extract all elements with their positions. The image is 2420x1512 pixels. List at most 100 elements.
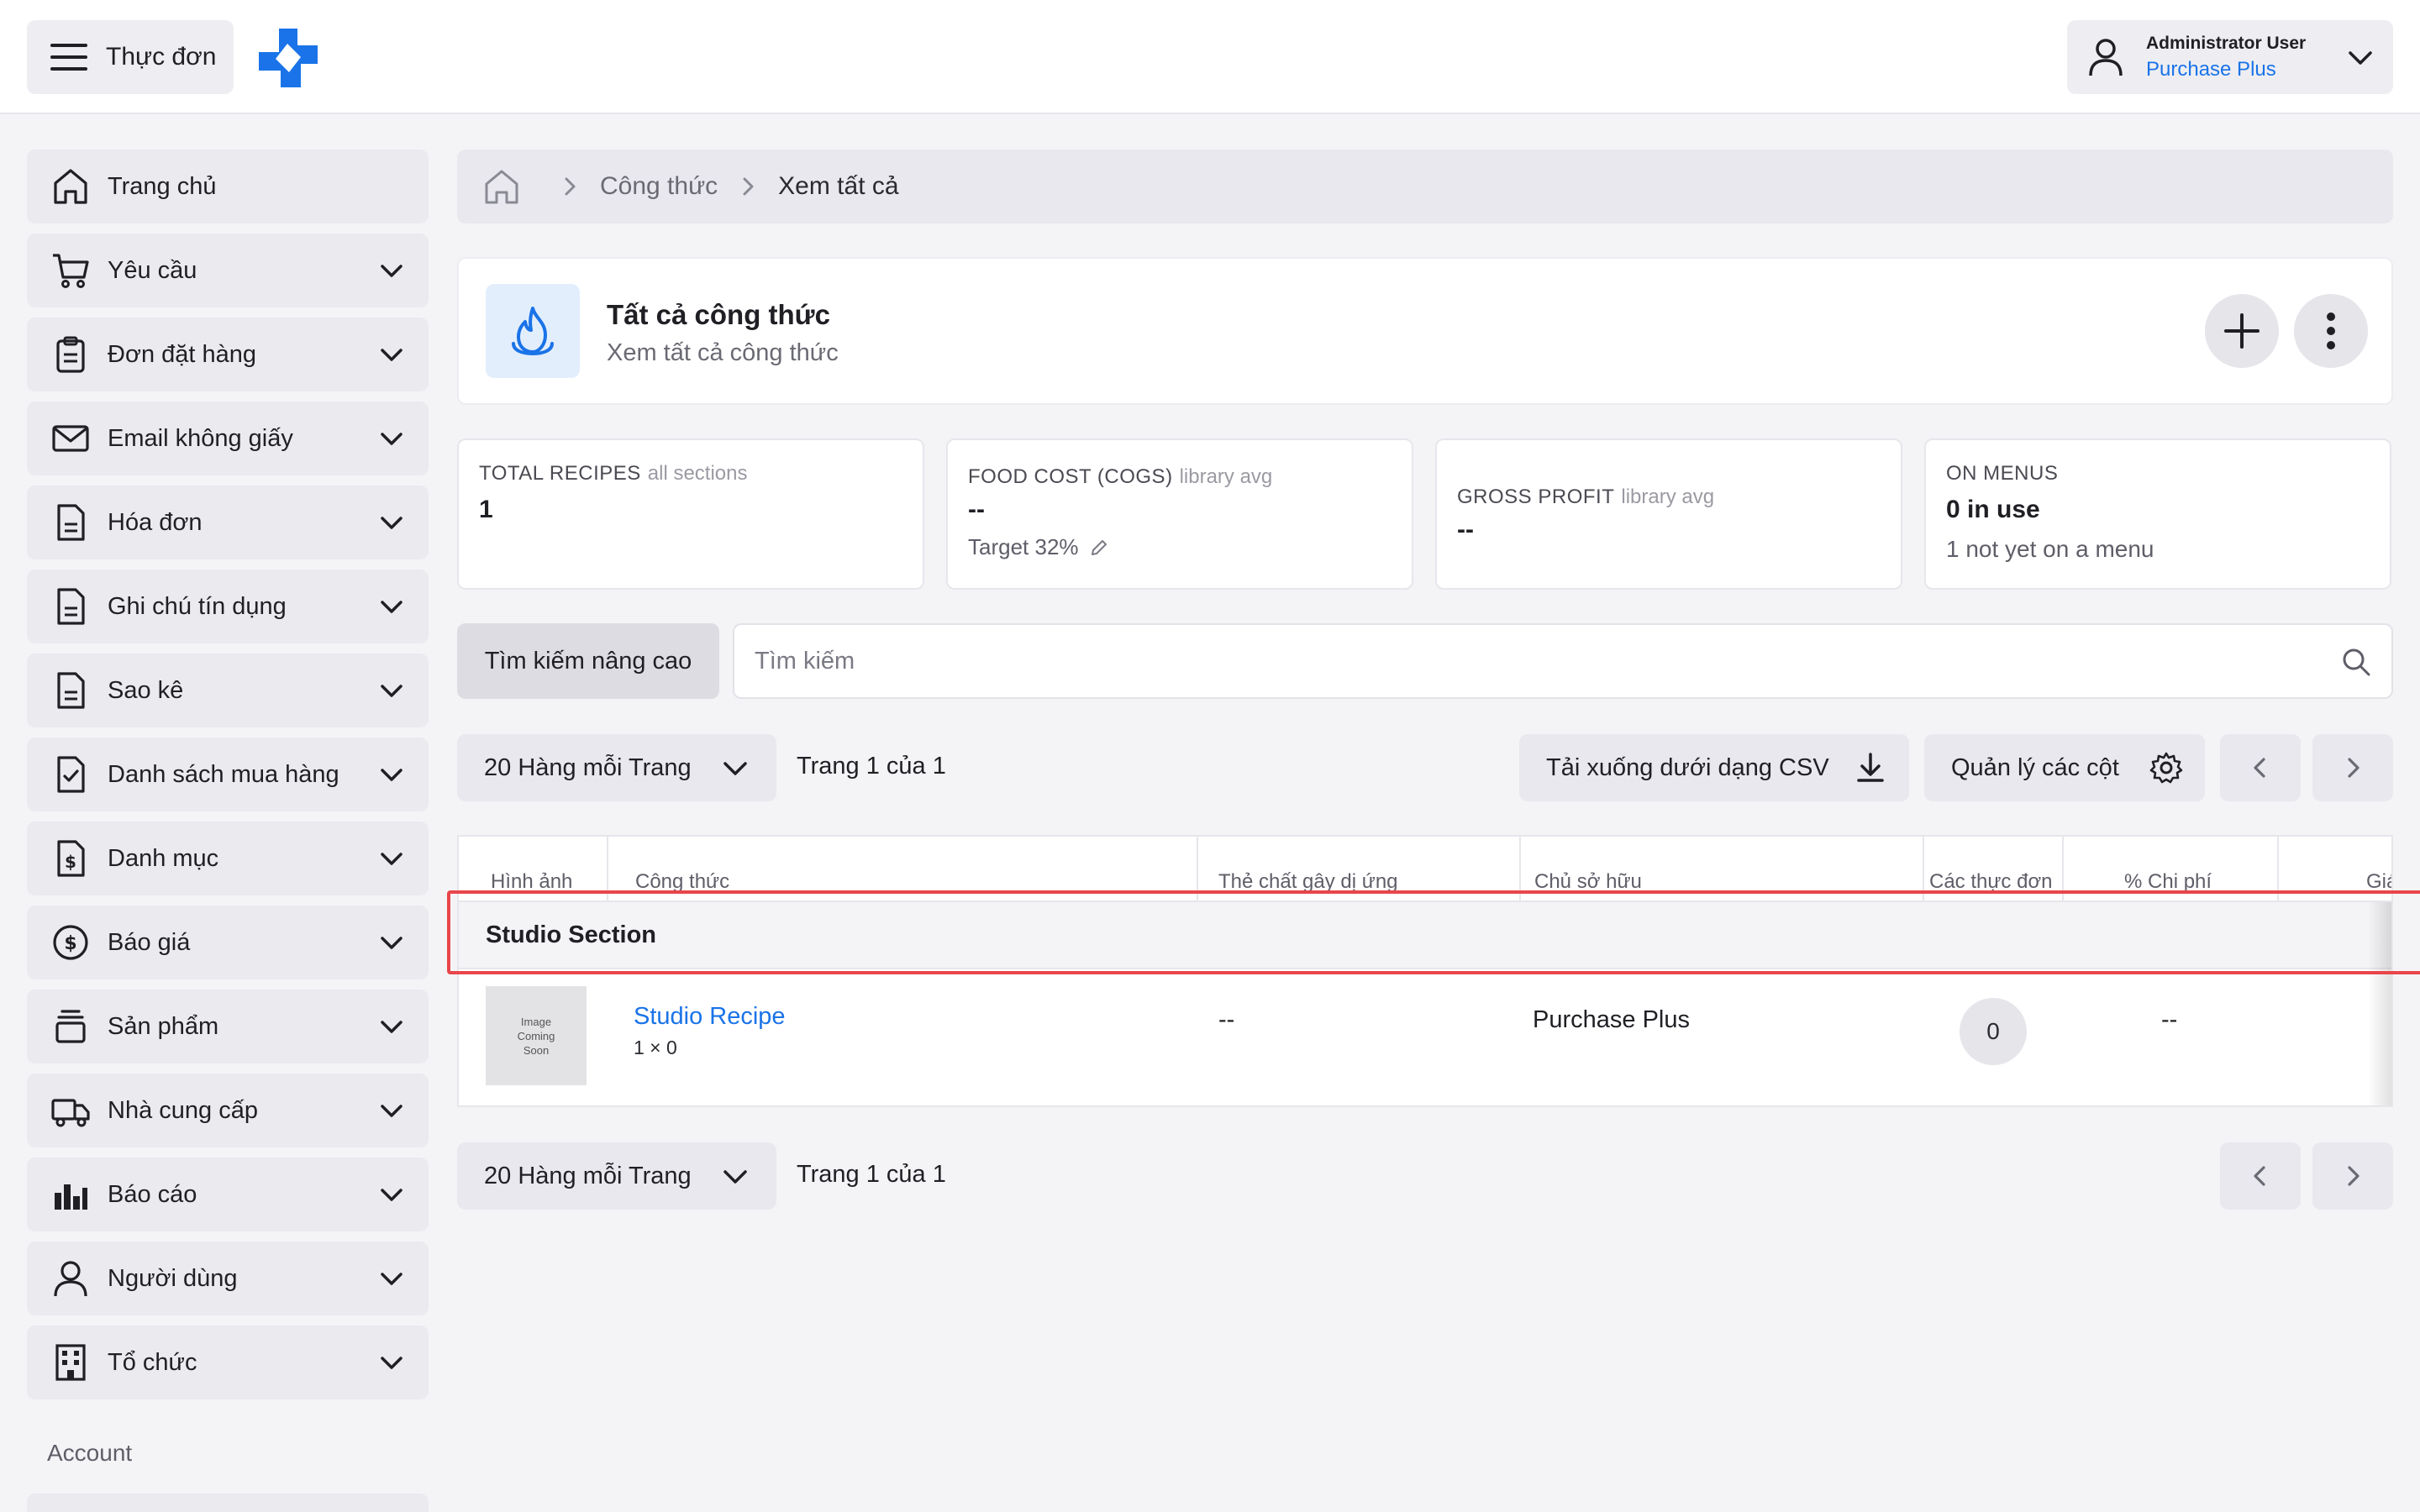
target-row[interactable]: Target 32% bbox=[968, 534, 1109, 560]
next-page-button-bottom[interactable] bbox=[2312, 1142, 2393, 1210]
horizontal-scroll-shadow bbox=[2368, 902, 2391, 1105]
chevron-down-icon bbox=[723, 1170, 747, 1184]
page-info: Trang 1 của 1 bbox=[797, 753, 946, 780]
chevron-down-icon bbox=[381, 601, 402, 613]
user-menu[interactable]: Administrator User Purchase Plus bbox=[2067, 20, 2393, 94]
page-info-bottom: Trang 1 của 1 bbox=[797, 1161, 946, 1188]
table-group-row: Studio Section bbox=[459, 902, 2391, 969]
sidebar-item-label: Email không giấy bbox=[108, 424, 293, 452]
next-page-button[interactable] bbox=[2312, 734, 2393, 801]
sidebar-item-label: Sản phẩm bbox=[108, 1012, 219, 1040]
sidebar-item-reports[interactable]: Báo cáo bbox=[27, 1158, 429, 1231]
prev-page-button-bottom[interactable] bbox=[2220, 1142, 2301, 1210]
search-icon[interactable] bbox=[2339, 645, 2373, 679]
truck-icon bbox=[51, 1099, 90, 1127]
download-csv-button[interactable]: Tải xuống dưới dạng CSV bbox=[1519, 734, 1909, 801]
column-header-recipe[interactable]: Công thức bbox=[607, 837, 1197, 902]
sidebar-item-label: Sao kê bbox=[108, 676, 184, 704]
rows-per-page-label: 20 Hàng mỗi Trang bbox=[484, 1162, 692, 1189]
rows-per-page-select-bottom[interactable]: 20 Hàng mỗi Trang bbox=[457, 1142, 776, 1210]
sidebar-item-label: Hóa đơn bbox=[108, 508, 203, 536]
product-stack-icon bbox=[55, 1010, 86, 1043]
sidebar-item-purchase-orders[interactable]: Đơn đặt hàng bbox=[27, 318, 429, 391]
placeholder-text: Image bbox=[520, 1015, 552, 1028]
menus-count-badge[interactable]: 0 bbox=[1960, 998, 2027, 1065]
svg-text:$: $ bbox=[65, 852, 76, 872]
advanced-search-button[interactable]: Tìm kiếm nâng cao bbox=[457, 623, 719, 699]
user-organisation: Purchase Plus bbox=[2146, 58, 2276, 81]
pencil-icon[interactable] bbox=[1089, 538, 1109, 558]
chevron-right-icon bbox=[565, 177, 576, 196]
prev-page-button[interactable] bbox=[2220, 734, 2301, 801]
sidebar-item-shopping-lists[interactable]: Danh sách mua hàng bbox=[27, 738, 429, 811]
sidebar-item-credit-notes[interactable]: Ghi chú tín dụng bbox=[27, 570, 429, 643]
more-options-button[interactable] bbox=[2294, 294, 2368, 368]
svg-text:$: $ bbox=[64, 933, 76, 954]
logo-icon[interactable] bbox=[257, 27, 319, 89]
clipboard-icon bbox=[56, 336, 85, 373]
target-text: Target 32% bbox=[968, 534, 1079, 559]
sidebar-item-label: Đơn đặt hàng bbox=[108, 340, 257, 368]
sidebar-item-requests[interactable]: Yêu cầu bbox=[27, 234, 429, 307]
column-header-cost-percent[interactable]: % Chi phí bbox=[2062, 837, 2277, 902]
sidebar-item-organisations[interactable]: Tổ chức bbox=[27, 1326, 429, 1399]
sidebar-item-invoices[interactable]: Hóa đơn bbox=[27, 486, 429, 559]
document-icon bbox=[57, 588, 85, 625]
search-field bbox=[733, 623, 2393, 699]
sidebar-item-statements[interactable]: Sao kê bbox=[27, 654, 429, 727]
sidebar-item-label: Báo giá bbox=[108, 928, 191, 956]
manage-columns-label: Quản lý các cột bbox=[1951, 753, 2119, 781]
stat-label: TOTAL RECIPES bbox=[479, 462, 641, 485]
menu-label: Thực đơn bbox=[106, 43, 217, 71]
sidebar-item-catalogs[interactable]: $ Danh mục bbox=[27, 822, 429, 895]
column-header-owner[interactable]: Chủ sở hữu bbox=[1519, 837, 1923, 902]
recipe-link[interactable]: Studio Recipe bbox=[634, 1003, 786, 1031]
stat-value: 1 bbox=[479, 496, 493, 523]
sidebar-item-home[interactable]: Trang chủ bbox=[27, 150, 429, 223]
breadcrumb-recipes[interactable]: Công thức bbox=[600, 172, 718, 201]
chevron-right-icon bbox=[2348, 758, 2360, 778]
sidebar-item-products[interactable]: Sản phẩm bbox=[27, 990, 429, 1063]
chevron-left-icon bbox=[2254, 758, 2265, 778]
sidebar: Trang chủ Yêu cầu Đơn đặt hàng Email khô… bbox=[27, 150, 429, 1512]
stat-value: -- bbox=[968, 496, 985, 523]
top-bar: Thực đơn Administrator User Purchase Plu… bbox=[0, 0, 2420, 114]
page-title: Tất cả công thức bbox=[607, 299, 830, 330]
sidebar-item-users[interactable]: Người dùng bbox=[27, 1242, 429, 1315]
add-recipe-button[interactable] bbox=[2205, 294, 2279, 368]
sidebar-item-paperless-email[interactable]: Email không giấy bbox=[27, 402, 429, 475]
sidebar-item-partial[interactable] bbox=[27, 1494, 429, 1512]
rows-per-page-select[interactable]: 20 Hàng mỗi Trang bbox=[457, 734, 776, 801]
stat-total-recipes: TOTAL RECIPES all sections 1 bbox=[457, 438, 924, 590]
manage-columns-button[interactable]: Quản lý các cột bbox=[1924, 734, 2205, 801]
table-row[interactable]: Image Coming Soon Studio Recipe 1 × 0 --… bbox=[459, 969, 2391, 1105]
chevron-down-icon bbox=[381, 265, 402, 277]
chevron-down-icon bbox=[381, 1189, 402, 1201]
table-header: Hình ảnh Công thức Thẻ chất gây dị ứng C… bbox=[459, 837, 2391, 902]
search-input[interactable] bbox=[755, 625, 2317, 697]
download-csv-label: Tải xuống dưới dạng CSV bbox=[1546, 753, 1829, 781]
sidebar-item-suppliers[interactable]: Nhà cung cấp bbox=[27, 1074, 429, 1147]
chevron-left-icon bbox=[2254, 1166, 2265, 1186]
menu-button[interactable]: Thực đơn bbox=[27, 20, 234, 94]
stat-food-cost: FOOD COST (COGS) library avg -- Target 32… bbox=[946, 438, 1413, 590]
sidebar-item-label: Yêu cầu bbox=[108, 256, 197, 284]
chevron-down-icon bbox=[381, 349, 402, 361]
column-header-price[interactable]: Giá bbox=[2277, 837, 2391, 902]
plus-icon bbox=[2224, 313, 2260, 349]
column-header-menus[interactable]: Các thực đơn bbox=[1923, 837, 2062, 902]
sidebar-item-label: Nhà cung cấp bbox=[108, 1096, 258, 1124]
column-header-image[interactable]: Hình ảnh bbox=[459, 837, 607, 902]
sidebar-item-label: Trang chủ bbox=[108, 172, 217, 200]
owner-cell: Purchase Plus bbox=[1533, 1006, 1690, 1033]
sidebar-item-label: Tổ chức bbox=[108, 1348, 197, 1376]
chevron-down-icon bbox=[381, 769, 402, 781]
column-header-allergens[interactable]: Thẻ chất gây dị ứng bbox=[1197, 837, 1519, 902]
page-icon-box bbox=[486, 284, 580, 378]
stat-gross-profit: GROSS PROFIT library avg -- bbox=[1435, 438, 1902, 590]
user-name: Administrator User bbox=[2146, 34, 2307, 53]
sidebar-item-quotes[interactable]: $ Báo giá bbox=[27, 906, 429, 979]
catalog-dollar-icon: $ bbox=[57, 840, 85, 877]
home-icon[interactable] bbox=[482, 167, 521, 206]
sidebar-item-label: Báo cáo bbox=[108, 1180, 197, 1208]
